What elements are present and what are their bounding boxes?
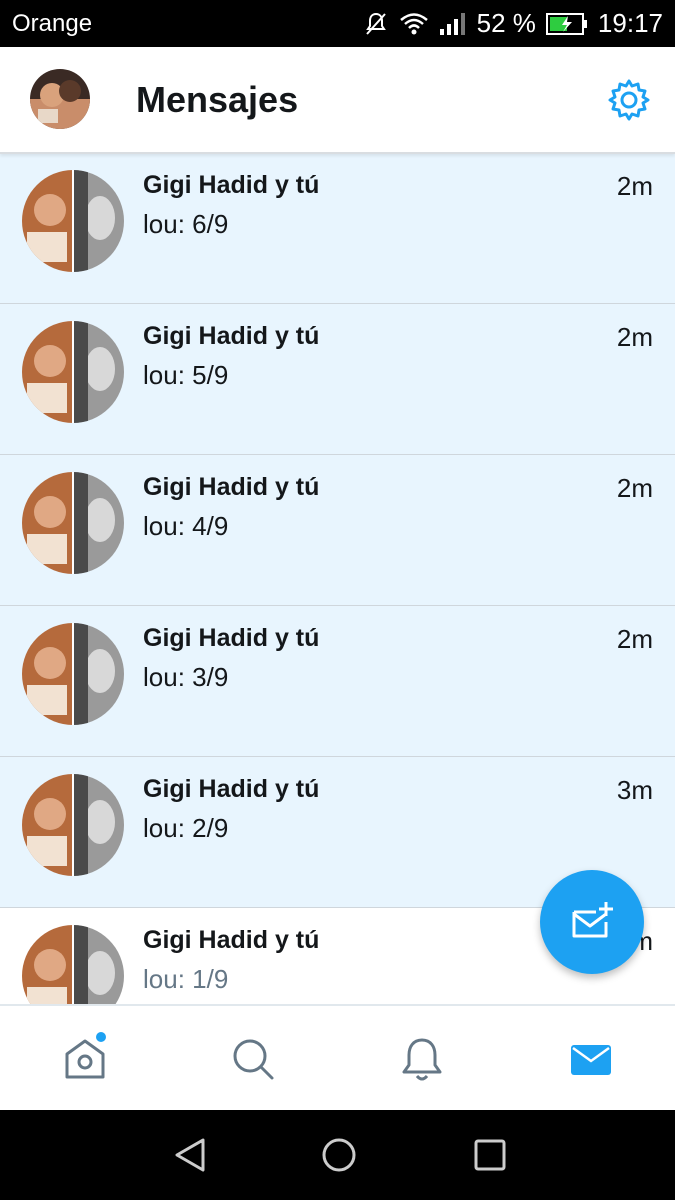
app-header: Mensajes [0, 47, 675, 154]
avatar[interactable] [30, 69, 90, 129]
conversation-name: Gigi Hadid y tú [143, 775, 320, 803]
bottom-navigation [0, 1004, 675, 1112]
message-preview: lou: 2/9 [143, 813, 229, 843]
recents-icon[interactable] [470, 1135, 510, 1175]
group-avatar [22, 472, 124, 574]
search-icon[interactable] [228, 1034, 278, 1084]
home-icon[interactable] [60, 1032, 110, 1084]
message-preview: lou: 4/9 [143, 511, 229, 541]
group-avatar [22, 774, 124, 876]
group-avatar [22, 925, 124, 1004]
mute-icon [363, 11, 389, 37]
mail-icon[interactable] [566, 1034, 616, 1084]
timestamp: 2m [616, 322, 653, 352]
message-preview: lou: 5/9 [143, 360, 229, 390]
message-preview: lou: 3/9 [143, 662, 229, 692]
clock: 19:17 [597, 8, 663, 38]
group-avatar [22, 170, 124, 272]
conversation-name: Gigi Hadid y tú [143, 322, 320, 350]
page-title: Mensajes [136, 79, 299, 120]
notification-dot [96, 1032, 106, 1042]
status-bar: Orange 52 % 19:17 [0, 0, 675, 47]
bell-icon[interactable] [397, 1034, 447, 1084]
conversation-row[interactable]: Gigi Hadid y tú lou: 6/9 2m [0, 153, 675, 304]
battery-percent: 52 % [476, 8, 536, 38]
conversation-name: Gigi Hadid y tú [143, 926, 320, 954]
signal-icon [439, 12, 467, 36]
timestamp: 2m [616, 171, 653, 201]
wifi-icon [399, 12, 429, 36]
conversation-name: Gigi Hadid y tú [143, 171, 320, 199]
gear-icon[interactable] [606, 77, 652, 123]
group-avatar [22, 321, 124, 423]
home-button-icon[interactable] [319, 1135, 359, 1175]
conversation-row[interactable]: Gigi Hadid y tú lou: 5/9 2m [0, 304, 675, 455]
conversation-name: Gigi Hadid y tú [143, 624, 320, 652]
battery-icon [545, 12, 588, 35]
system-navigation-bar [0, 1110, 675, 1200]
timestamp: 2m [616, 473, 653, 503]
back-icon[interactable] [170, 1135, 210, 1175]
timestamp: 3m [616, 775, 653, 805]
conversation-name: Gigi Hadid y tú [143, 473, 320, 501]
message-preview: lou: 1/9 [143, 964, 229, 994]
compose-message-button[interactable] [540, 870, 644, 974]
carrier-name: Orange [12, 10, 93, 37]
compose-mail-icon [572, 902, 613, 938]
message-preview: lou: 6/9 [143, 209, 229, 239]
group-avatar [22, 623, 124, 725]
conversation-row[interactable]: Gigi Hadid y tú lou: 4/9 2m [0, 455, 675, 606]
conversation-row[interactable]: Gigi Hadid y tú lou: 3/9 2m [0, 606, 675, 757]
timestamp: 2m [616, 624, 653, 654]
